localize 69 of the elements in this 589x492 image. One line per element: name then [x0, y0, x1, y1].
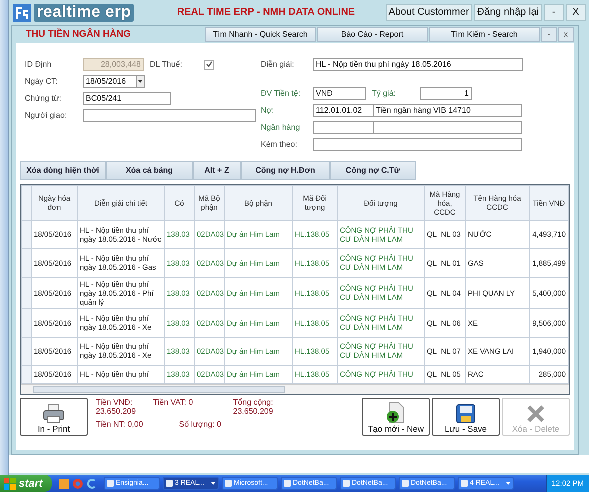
account-name-field[interactable]: Tiền ngân hàng VIB 14710 — [374, 104, 522, 117]
bank-code-field[interactable] — [313, 121, 374, 134]
windows-logo-icon — [4, 478, 16, 490]
printer-icon — [43, 404, 65, 424]
window-icon — [343, 480, 350, 487]
dropdown-button[interactable] — [137, 75, 145, 88]
field-label: ĐV Tiền tệ: — [261, 89, 302, 98]
field-label: Người giao: — [25, 111, 68, 120]
logo-text: realtime erp — [34, 4, 134, 22]
caret-icon — [138, 80, 143, 83]
action-button[interactable]: Alt + Z — [193, 161, 241, 180]
account-code-field[interactable]: 112.01.01.02 — [313, 104, 374, 117]
caret-icon — [211, 482, 216, 485]
window-control-button[interactable]: - — [541, 27, 557, 42]
attachment-field[interactable] — [313, 138, 522, 151]
action-button[interactable]: Công nợ C.Từ — [330, 161, 416, 180]
window-control-button[interactable]: x — [558, 27, 574, 42]
total-value: 23.650.209 — [96, 407, 138, 416]
app-title: REAL TIME ERP - NMH DATA ONLINE — [177, 7, 356, 18]
field-label: Nợ: — [261, 106, 276, 115]
total-value: 23.650.209 — [233, 407, 274, 416]
field-label: ID Định — [25, 60, 53, 69]
window-icon — [461, 480, 468, 487]
tax-checkbox[interactable] — [204, 60, 214, 70]
field-label: Diễn giải: — [261, 60, 296, 69]
total-label: Tiền VNĐ: — [96, 398, 134, 407]
caret-icon — [506, 482, 511, 485]
total-label: Số lượng: 0 — [179, 420, 222, 429]
new-button[interactable]: Tạo mới - New — [362, 398, 430, 436]
total-label: Tiền NT: 0,00 — [96, 420, 144, 429]
app-icon[interactable] — [59, 478, 69, 488]
date-field[interactable]: 18/05/2016 — [83, 75, 137, 88]
rate-field[interactable]: 1 — [420, 87, 472, 100]
print-button[interactable]: In - Print — [20, 398, 88, 436]
description-field[interactable]: HL - Nộp tiền thu phí ngày 18.05.2016 — [313, 58, 523, 71]
bank-name-field[interactable] — [374, 121, 522, 134]
header-button[interactable]: - — [544, 4, 564, 21]
field-label: Chứng từ: — [25, 94, 63, 103]
action-button[interactable]: Xóa dòng hiện thời — [20, 161, 106, 180]
window-icon — [166, 480, 173, 487]
field-label: Kèm theo: — [261, 140, 298, 149]
window-title: THU TIỀN NGÂN HÀNG — [26, 29, 132, 40]
action-button[interactable]: Công nợ H.Đơn — [241, 161, 330, 180]
field-label: Ngân hàng — [261, 123, 302, 132]
window-icon — [107, 480, 114, 487]
total-label: Tổng cộng: — [233, 398, 274, 407]
currency-field[interactable]: VNĐ — [313, 87, 366, 100]
total-label: Tiền VAT: 0 — [153, 398, 194, 407]
action-button[interactable]: Xóa cả bảng — [106, 161, 193, 180]
deliverer-field[interactable] — [83, 109, 256, 122]
header-button[interactable]: X — [566, 4, 586, 21]
window-icon — [284, 480, 291, 487]
new-document-icon — [385, 402, 407, 424]
window-icon — [402, 480, 409, 487]
start-button[interactable]: start — [0, 475, 52, 492]
header-button[interactable]: Đăng nhập lại — [474, 4, 542, 21]
horizontal-scrollbar[interactable] — [21, 384, 569, 394]
toolbar-button[interactable]: Báo Cáo - Report — [317, 27, 428, 42]
toolbar-button[interactable]: Tìm Nhanh - Quick Search — [205, 27, 316, 42]
toolbar-button[interactable]: Tìm Kiếm - Search — [429, 27, 540, 42]
field-label: Ngày CT: — [25, 77, 59, 86]
voucher-field[interactable]: BC05/241 — [83, 92, 171, 105]
field-label: Tỷ giá: — [372, 89, 398, 98]
header-button[interactable]: About Custommer — [386, 4, 472, 21]
field-label: DL Thuế: — [150, 60, 182, 69]
window-icon — [225, 480, 232, 487]
save-button[interactable]: Lưu - Save — [432, 398, 500, 436]
logo-icon — [13, 4, 31, 22]
cross-icon — [526, 404, 546, 424]
